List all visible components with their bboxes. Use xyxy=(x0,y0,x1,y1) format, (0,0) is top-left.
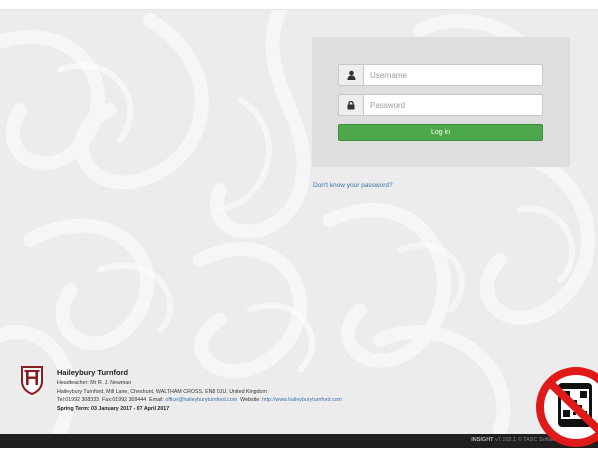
qr-badge-icon[interactable] xyxy=(536,367,598,447)
term-dates: Spring Term: 03 January 2017 - 07 April … xyxy=(57,405,170,412)
email-link[interactable]: office@haileyburyturnford.com xyxy=(165,397,237,403)
school-contact: Tel:01992 308333 Fax:01992 309444 Email:… xyxy=(57,396,342,405)
footer-bar: INSIGHT v7.102.1 © TASC Software Solutio… xyxy=(0,434,598,448)
school-address: Haileybury Turnford, Mill Lane, Cheshunt… xyxy=(57,388,267,395)
tel-fax: Tel:01992 308333 Fax:01992 309444 Email: xyxy=(57,397,164,404)
product-name: INSIGHT xyxy=(471,437,494,443)
lock-icon xyxy=(338,94,363,116)
school-crest-icon xyxy=(20,365,44,396)
user-icon xyxy=(338,64,363,86)
school-info: Haileybury Turnford Headteacher: Mr R. J… xyxy=(57,368,342,413)
school-name: Haileybury Turnford xyxy=(57,368,129,377)
login-panel: Log in xyxy=(312,37,570,167)
top-border xyxy=(0,0,598,10)
website-label: Website: xyxy=(238,397,261,404)
headteacher: Headteacher: Mr R. J. Newman xyxy=(57,380,132,386)
login-button[interactable]: Log in xyxy=(338,124,543,141)
website-link[interactable]: http://www.haileyburyturnford.com xyxy=(262,397,342,403)
password-input[interactable] xyxy=(363,94,543,116)
password-field xyxy=(338,94,543,116)
forgot-password-link[interactable]: Don't know your password? xyxy=(313,182,393,189)
username-input[interactable] xyxy=(363,64,543,86)
username-field xyxy=(338,64,543,86)
